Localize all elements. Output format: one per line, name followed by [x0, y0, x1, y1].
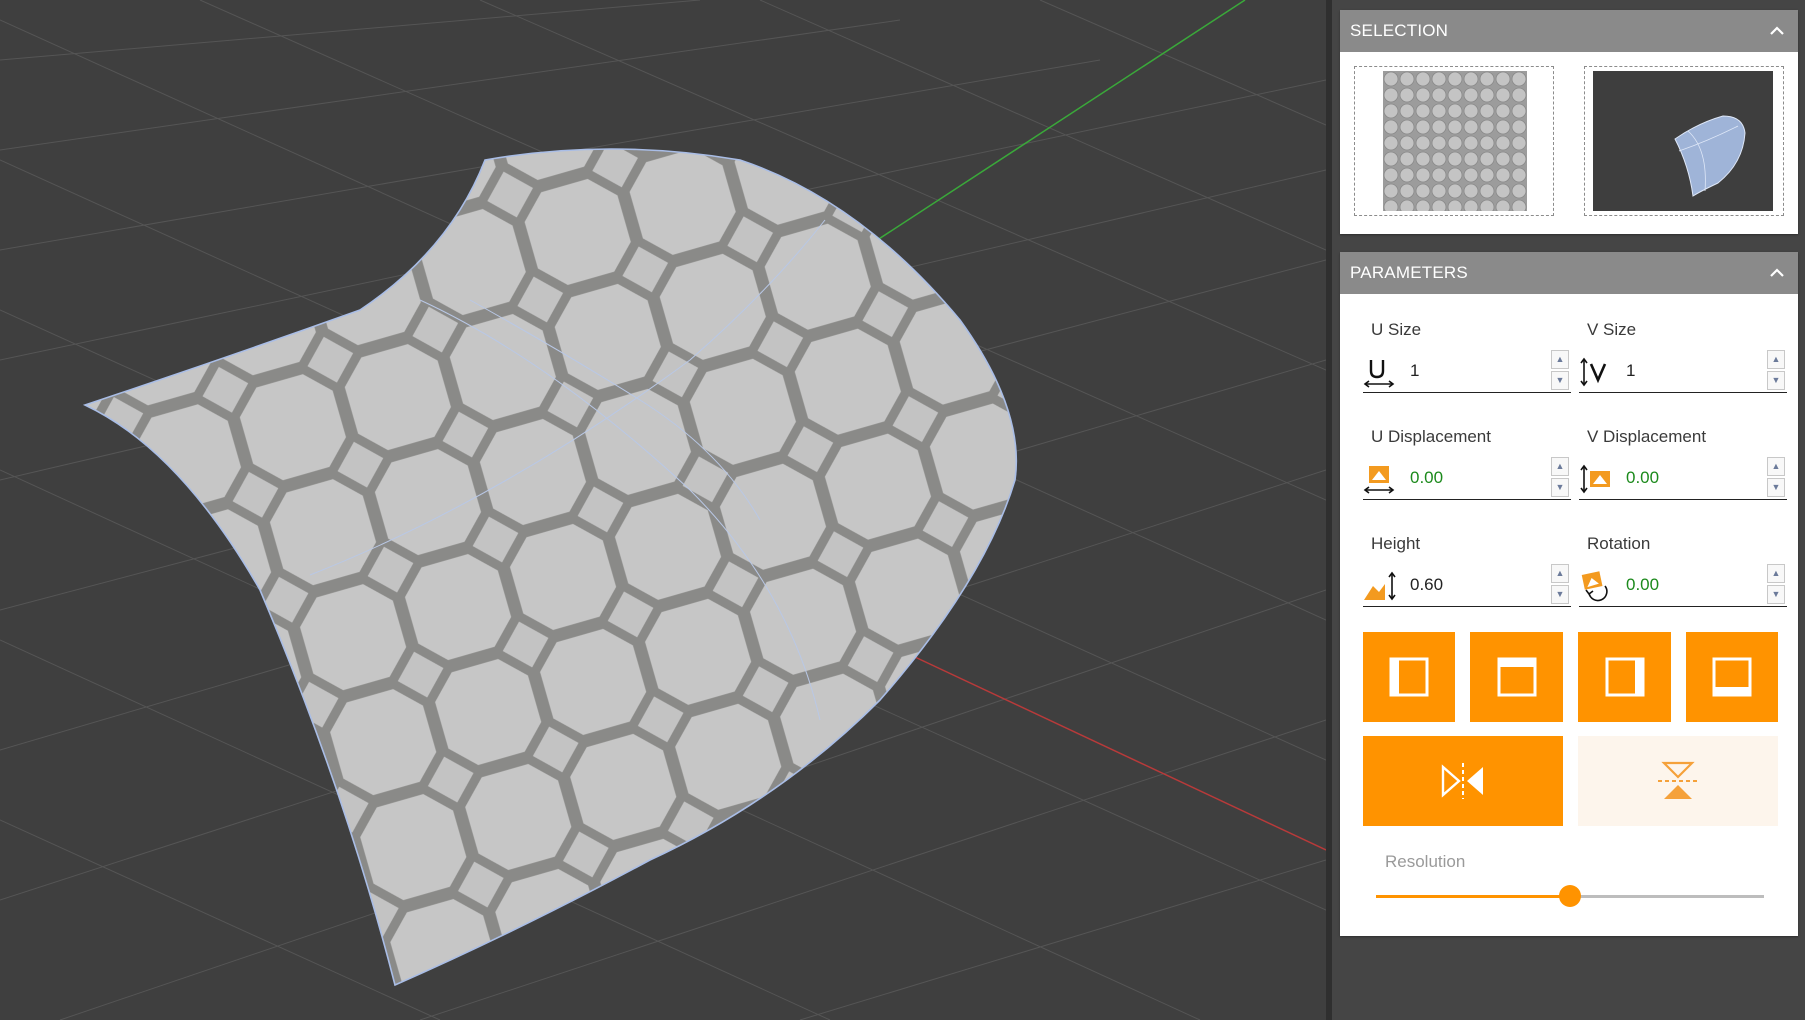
rotation-input[interactable]: 0.00 [1626, 575, 1659, 595]
u-displacement-input-row[interactable]: 0.00 ▲ ▼ [1363, 455, 1571, 500]
rotation-icon [1581, 571, 1608, 602]
rotation-label: Rotation [1587, 534, 1651, 553]
spin-down-arrow-icon: ▼ [1771, 589, 1781, 599]
resolution-slider-fill [1376, 895, 1570, 898]
height-input-row[interactable]: 0.60 ▲ ▼ [1363, 562, 1571, 607]
u-displacement-icon [1363, 466, 1395, 494]
align-top-edge-icon [1497, 657, 1536, 697]
x-axis-line [899, 649, 1326, 851]
align-right-edge-icon [1605, 657, 1644, 697]
surface-shape-image [1674, 115, 1746, 197]
flip-vertical-button[interactable] [1578, 736, 1778, 826]
height-spinner: ▲ ▼ [1551, 562, 1571, 606]
rotation-decrement-button[interactable]: ▼ [1767, 585, 1785, 604]
spin-up-arrow-icon: ▲ [1771, 461, 1781, 471]
spin-up-arrow-icon: ▲ [1771, 354, 1781, 364]
rotation-spinner: ▲ ▼ [1767, 562, 1787, 606]
height-increment-button[interactable]: ▲ [1551, 564, 1569, 583]
spin-up-arrow-icon: ▲ [1771, 568, 1781, 578]
selection-panel: SELECTION [1340, 10, 1798, 234]
u-displacement-label: U Displacement [1371, 427, 1491, 446]
properties-sidebar: SELECTION PARAMETERS U Size 1 ▲ ▼ V Size… [1332, 0, 1805, 1020]
rotation-input-row[interactable]: 0.00 ▲ ▼ [1579, 562, 1787, 607]
v-size-input-row[interactable]: 1 ▲ ▼ [1579, 348, 1787, 393]
surface-preview [1593, 71, 1773, 211]
u-displacement-increment-button[interactable]: ▲ [1551, 457, 1569, 476]
v-displacement-spinner: ▲ ▼ [1767, 455, 1787, 499]
parameters-title: PARAMETERS [1350, 263, 1468, 282]
spin-up-arrow-icon: ▲ [1555, 568, 1565, 578]
height-icon [1364, 571, 1396, 601]
flip-vertical-icon [1658, 761, 1698, 799]
spin-down-arrow-icon: ▼ [1555, 375, 1565, 385]
v-size-increment-button[interactable]: ▲ [1767, 350, 1785, 369]
height-input[interactable]: 0.60 [1410, 575, 1443, 595]
spin-down-arrow-icon: ▼ [1555, 482, 1565, 492]
v-size-label: V Size [1587, 320, 1637, 339]
3d-viewport[interactable] [0, 0, 1326, 1020]
u-size-label: U Size [1371, 320, 1422, 339]
y-axis-line [864, 0, 1246, 249]
chevron-up-icon[interactable] [1768, 22, 1786, 40]
v-displacement-increment-button[interactable]: ▲ [1767, 457, 1785, 476]
u-size-icon [1363, 360, 1395, 388]
v-size-icon [1580, 357, 1607, 387]
align-bottom-edge-button[interactable] [1686, 632, 1778, 722]
rotation-increment-button[interactable]: ▲ [1767, 564, 1785, 583]
u-size-increment-button[interactable]: ▲ [1551, 350, 1569, 369]
align-left-edge-button[interactable] [1363, 632, 1455, 722]
parameters-panel-header[interactable]: PARAMETERS [1340, 252, 1798, 294]
v-displacement-icon [1580, 464, 1610, 494]
resolution-label: Resolution [1385, 852, 1466, 871]
selection-title: SELECTION [1350, 21, 1449, 40]
align-left-edge-icon [1389, 657, 1429, 697]
spin-down-arrow-icon: ▼ [1771, 482, 1781, 492]
u-displacement-input[interactable]: 0.00 [1410, 468, 1443, 488]
viewport-scene[interactable] [0, 0, 1326, 1020]
selection-panel-header[interactable]: SELECTION [1340, 10, 1798, 52]
spin-up-arrow-icon: ▲ [1555, 354, 1565, 364]
align-top-edge-button[interactable] [1470, 632, 1563, 722]
height-label: Height [1371, 534, 1421, 553]
u-size-spinner: ▲ ▼ [1551, 348, 1571, 392]
spin-down-arrow-icon: ▼ [1771, 375, 1781, 385]
v-displacement-input[interactable]: 0.00 [1626, 468, 1659, 488]
height-decrement-button[interactable]: ▼ [1551, 585, 1569, 604]
texture-pattern-image [1383, 71, 1527, 211]
v-displacement-label: V Displacement [1587, 427, 1707, 446]
v-size-spinner: ▲ ▼ [1767, 348, 1787, 392]
tiled-surface [85, 149, 1017, 985]
flip-horizontal-button[interactable] [1363, 736, 1563, 826]
v-size-input[interactable]: 1 [1626, 361, 1635, 381]
v-size-decrement-button[interactable]: ▼ [1767, 371, 1785, 390]
texture-thumbnail[interactable] [1354, 66, 1554, 216]
u-displacement-spinner: ▲ ▼ [1551, 455, 1571, 499]
texture-preview [1383, 71, 1527, 211]
u-size-input-row[interactable]: 1 ▲ ▼ [1363, 348, 1571, 393]
flip-horizontal-icon [1441, 763, 1483, 799]
surface-thumbnail[interactable] [1584, 66, 1784, 216]
v-displacement-input-row[interactable]: 0.00 ▲ ▼ [1579, 455, 1787, 500]
u-displacement-decrement-button[interactable]: ▼ [1551, 478, 1569, 497]
chevron-up-icon[interactable] [1768, 264, 1786, 282]
spin-down-arrow-icon: ▼ [1555, 589, 1565, 599]
u-size-decrement-button[interactable]: ▼ [1551, 371, 1569, 390]
resolution-slider[interactable] [1376, 885, 1764, 907]
align-right-edge-button[interactable] [1578, 632, 1671, 722]
spin-up-arrow-icon: ▲ [1555, 461, 1565, 471]
align-bottom-edge-icon [1712, 657, 1752, 697]
parameters-panel: PARAMETERS U Size 1 ▲ ▼ V Size 1 ▲ ▼ U D… [1340, 252, 1798, 936]
resolution-slider-thumb[interactable] [1559, 885, 1581, 907]
v-displacement-decrement-button[interactable]: ▼ [1767, 478, 1785, 497]
u-size-input[interactable]: 1 [1410, 361, 1419, 381]
